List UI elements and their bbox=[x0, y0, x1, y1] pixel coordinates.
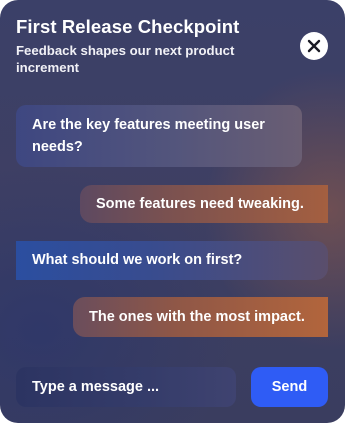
message-input[interactable] bbox=[16, 367, 236, 407]
chat-subtitle: Feedback shapes our next product increme… bbox=[16, 43, 235, 75]
send-button[interactable]: Send bbox=[251, 367, 328, 407]
user-message-bubble: The ones with the most impact. bbox=[73, 297, 328, 337]
user-message-bubble: Some features need tweaking. bbox=[80, 185, 328, 223]
bot-message-bubble: Are the key features meeting user needs? bbox=[16, 105, 302, 167]
chat-title: First Release Checkpoint bbox=[16, 16, 240, 37]
bot-message-bubble: What should we work on first? bbox=[16, 241, 328, 280]
feedback-chat-widget: First Release Checkpoint Feedback shapes… bbox=[0, 0, 345, 423]
close-icon bbox=[307, 39, 321, 53]
chat-header: First Release Checkpoint Feedback shapes… bbox=[16, 16, 296, 76]
message-input-container bbox=[16, 367, 236, 407]
close-button[interactable] bbox=[300, 32, 328, 60]
